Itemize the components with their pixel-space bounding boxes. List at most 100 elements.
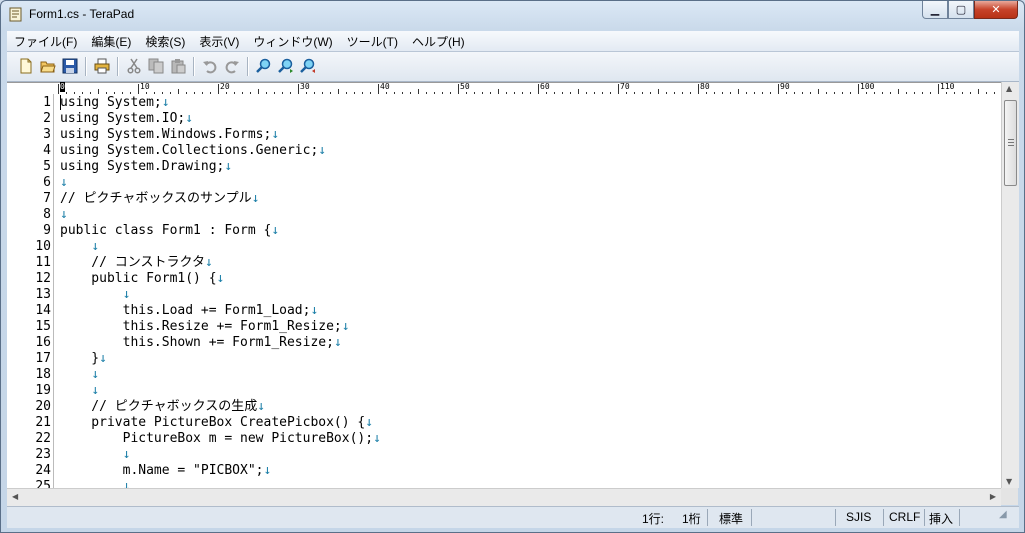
eol-mark: ↓ (122, 447, 131, 462)
status-insert-mode[interactable]: 挿入 (929, 510, 953, 527)
open-folder-icon (40, 61, 56, 73)
ruler-tick (458, 84, 459, 94)
code-line[interactable]: // ピクチャボックスのサンプル↓ (60, 191, 259, 207)
cut-button[interactable] (125, 57, 143, 75)
code-line[interactable]: this.Load += Form1_Load;↓ (60, 303, 319, 319)
copy-button[interactable] (147, 57, 165, 75)
code-line[interactable]: ↓ (60, 287, 131, 303)
scroll-down-icon[interactable]: ▼ (1006, 477, 1012, 486)
menu-help[interactable]: ヘルプ(H) (405, 33, 472, 50)
ruler-tick (778, 84, 779, 94)
eol-mark: ↓ (271, 223, 280, 238)
menu-bar: ファイル(F) 編集(E) 検索(S) 表示(V) ウィンドウ(W) ツール(T… (7, 31, 1019, 52)
code-line[interactable]: using System.IO;↓ (60, 111, 193, 127)
line-number: 2 (43, 111, 51, 126)
ruler-label: 80 (700, 82, 710, 91)
code-line[interactable]: using System.Drawing;↓ (60, 159, 232, 175)
code-line[interactable]: ↓ (60, 383, 99, 399)
find-next-button[interactable] (277, 57, 295, 75)
line-number: 8 (43, 207, 51, 222)
eol-mark: ↓ (365, 415, 374, 430)
menu-file[interactable]: ファイル(F) (7, 33, 84, 50)
ruler-label: 100 (860, 82, 875, 91)
minimize-button[interactable]: ▁ (922, 1, 948, 19)
status-separator (835, 509, 836, 526)
code-line[interactable]: m.Name = "PICBOX";↓ (60, 463, 272, 479)
scroll-up-icon[interactable]: ▲ (1006, 84, 1012, 93)
caption-buttons: ▁ ▢ ✕ (922, 1, 1018, 21)
menu-search[interactable]: 検索(S) (138, 33, 192, 50)
terapad-app-icon[interactable] (9, 7, 23, 22)
scroll-right-icon[interactable]: ▶ (990, 492, 996, 501)
code-line[interactable]: ↓ (60, 175, 68, 191)
code-line[interactable]: using System.Collections.Generic;↓ (60, 143, 326, 159)
ruler-label: 110 (940, 82, 955, 91)
find-button[interactable] (255, 57, 273, 75)
code-line[interactable]: this.Resize += Form1_Resize;↓ (60, 319, 350, 335)
ruler-label: 90 (780, 82, 790, 91)
open-button[interactable] (39, 57, 57, 75)
scroll-left-icon[interactable]: ◀ (12, 492, 18, 501)
undo-button[interactable] (201, 57, 219, 75)
code-line[interactable]: this.Shown += Form1_Resize;↓ (60, 335, 342, 351)
ruler-label: 20 (220, 82, 230, 91)
find-previous-button[interactable] (299, 57, 317, 75)
code-line[interactable]: // コンストラクタ↓ (60, 255, 213, 271)
vertical-scrollbar[interactable]: ▲ ▼ (1001, 82, 1019, 488)
code-line[interactable]: using System.Windows.Forms;↓ (60, 127, 279, 143)
menu-tools[interactable]: ツール(T) (340, 33, 405, 50)
maximize-button[interactable]: ▢ (948, 1, 974, 19)
print-button[interactable] (93, 57, 111, 75)
resize-grip-icon[interactable]: ◢ (999, 509, 1007, 520)
menu-edit[interactable]: 編集(E) (84, 33, 138, 50)
vertical-scroll-thumb[interactable] (1004, 100, 1017, 186)
status-encoding[interactable]: SJIS (846, 510, 871, 524)
code-line[interactable]: PictureBox m = new PictureBox();↓ (60, 431, 381, 447)
close-icon: ✕ (991, 3, 1001, 16)
code-line[interactable]: using System;↓ (60, 95, 170, 111)
code-line[interactable]: ↓ (60, 447, 131, 463)
redo-icon (225, 61, 239, 74)
new-file-button[interactable] (17, 57, 35, 75)
code-text: this.Resize += Form1_Resize; (60, 319, 342, 334)
toolbar (7, 52, 1019, 82)
code-text: using System; (60, 95, 162, 110)
line-number: 9 (43, 223, 51, 238)
line-number: 15 (35, 319, 51, 334)
code-text: m.Name = "PICBOX"; (60, 463, 264, 478)
save-button[interactable] (61, 57, 79, 75)
eol-mark: ↓ (251, 191, 260, 206)
status-column: 1桁 (682, 512, 701, 526)
line-number: 12 (35, 271, 51, 286)
code-line[interactable]: ↓ (60, 479, 131, 488)
menu-view[interactable]: 表示(V) (192, 33, 246, 50)
toolbar-separator (193, 57, 195, 76)
copy-icon (148, 58, 164, 74)
redo-button[interactable] (223, 57, 241, 75)
code-line[interactable]: public Form1() {↓ (60, 271, 224, 287)
code-line[interactable]: ↓ (60, 239, 99, 255)
eol-mark: ↓ (91, 383, 100, 398)
line-number: 21 (35, 415, 51, 430)
find-prev-icon (300, 58, 315, 73)
code-line[interactable]: ↓ (60, 207, 68, 223)
line-number: 3 (43, 127, 51, 142)
code-line[interactable]: }↓ (60, 351, 107, 367)
menu-window[interactable]: ウィンドウ(W) (246, 33, 339, 50)
paste-button[interactable] (169, 57, 187, 75)
code-line[interactable]: private PictureBox CreatePicbox() {↓ (60, 415, 373, 431)
code-line[interactable]: // ピクチャボックスの生成↓ (60, 399, 265, 415)
code-text: } (60, 351, 100, 366)
text-editor[interactable]: 1 2 3 4 5 6 7 8 9 10 11 12 13 14 15 16 1… (7, 94, 1001, 488)
code-line[interactable]: public class Form1 : Form {↓ (60, 223, 279, 239)
horizontal-scrollbar[interactable]: ◀ ▶ (7, 488, 1001, 506)
close-button[interactable]: ✕ (974, 1, 1018, 19)
status-newline[interactable]: CRLF (889, 510, 920, 524)
window-title: Form1.cs - TeraPad (29, 7, 135, 21)
thumb-grip (1008, 145, 1014, 146)
title-bar[interactable]: Form1.cs - TeraPad ▁ ▢ ✕ (1, 1, 1024, 29)
ruler-tick (218, 84, 219, 94)
code-line[interactable]: ↓ (60, 367, 99, 383)
